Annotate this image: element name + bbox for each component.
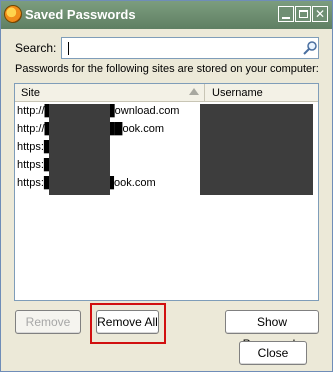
app-logo-icon (4, 5, 22, 23)
magnifier-icon[interactable] (302, 40, 318, 56)
maximize-icon (299, 10, 308, 18)
list-header: Site Username (15, 84, 318, 102)
minimize-icon (282, 17, 290, 19)
saved-passwords-window: Saved Passwords ✕ Search: Passwords for … (0, 0, 333, 372)
search-label: Search: (15, 41, 57, 55)
title-bar[interactable]: Saved Passwords ✕ (1, 1, 332, 29)
sort-ascending-icon (189, 88, 199, 95)
window-title: Saved Passwords (25, 7, 136, 22)
minimize-button[interactable] (278, 6, 294, 22)
column-header-username[interactable]: Username (206, 84, 318, 102)
site-header-label: Site (21, 87, 40, 99)
close-window-button[interactable]: ✕ (312, 6, 328, 22)
maximize-button[interactable] (295, 6, 311, 22)
username-redaction (200, 104, 313, 195)
username-header-label: Username (212, 87, 263, 99)
annotation-highlight-box (90, 303, 166, 344)
close-button[interactable]: Close (239, 341, 307, 365)
search-input[interactable] (61, 37, 319, 59)
site-redaction (49, 104, 110, 195)
column-header-site[interactable]: Site (15, 84, 205, 102)
description-text: Passwords for the following sites are st… (15, 63, 319, 75)
passwords-list[interactable]: Site Username http://█████████ownload.co… (14, 83, 319, 301)
text-caret (68, 42, 69, 55)
remove-button[interactable]: Remove (15, 310, 81, 334)
show-passwords-button[interactable]: Show Passwords (225, 310, 319, 351)
close-icon: ✕ (314, 7, 326, 21)
